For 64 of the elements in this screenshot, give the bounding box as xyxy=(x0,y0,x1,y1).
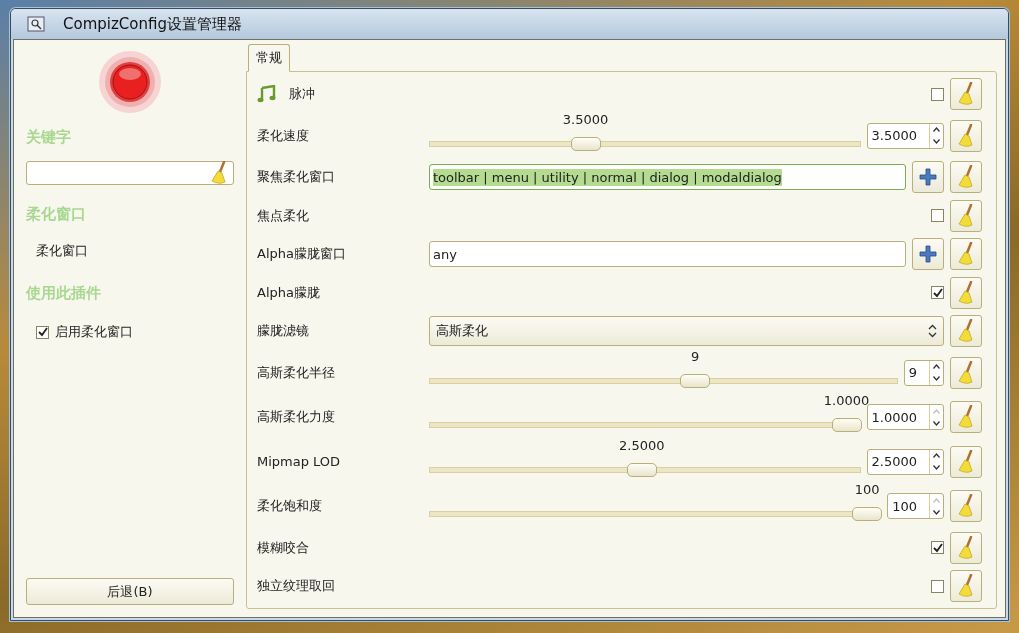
slider[interactable]: 2.5000 xyxy=(429,440,861,483)
reset-button[interactable] xyxy=(950,356,982,389)
window-title: CompizConfig设置管理器 xyxy=(63,14,242,34)
slider-value: 3.5000 xyxy=(562,111,609,127)
spin-field[interactable]: 2.5000 xyxy=(866,448,944,475)
setting-label: Alpha朦胧 xyxy=(257,283,320,302)
text-field[interactable]: any xyxy=(429,241,906,267)
slider[interactable]: 9 xyxy=(429,351,898,394)
checkbox[interactable] xyxy=(931,209,944,222)
checkbox-label: 启用柔化窗口 xyxy=(55,323,133,341)
setting-label: 高斯柔化力度 xyxy=(257,408,335,426)
text-field[interactable]: toolbar | menu | utility | normal | dialog | modaldialog xyxy=(429,164,906,190)
spin-field[interactable]: 1.0000 xyxy=(866,404,944,430)
slider-value: 100 xyxy=(854,482,880,497)
reset-button[interactable] xyxy=(950,315,982,347)
reset-button[interactable] xyxy=(950,531,982,564)
spin-field[interactable]: 3.5000 xyxy=(866,122,944,149)
checkbox[interactable] xyxy=(931,541,944,554)
checkbox[interactable] xyxy=(931,579,944,593)
setting-label: 聚焦柔化窗口 xyxy=(257,168,335,186)
tab[interactable]: 常规 xyxy=(248,44,290,72)
spin-field[interactable]: 100 xyxy=(887,493,944,519)
plugin-logo xyxy=(98,50,162,114)
section-heading: 使用此插件 xyxy=(26,284,102,303)
setting-label: 朦胧滤镜 xyxy=(257,322,309,340)
setting-label: 焦点柔化 xyxy=(257,206,309,225)
checkbox[interactable] xyxy=(931,87,944,101)
setting-label: Mipmap LOD xyxy=(257,454,341,469)
reset-button[interactable] xyxy=(950,276,982,309)
slider-value: 2.5000 xyxy=(619,437,665,453)
spin-field[interactable]: 9 xyxy=(903,359,944,386)
reset-button[interactable] xyxy=(950,401,982,433)
add-button[interactable] xyxy=(912,238,944,270)
add-button[interactable] xyxy=(912,161,944,193)
reset-button[interactable] xyxy=(950,445,982,478)
section-heading: 关键字 xyxy=(26,128,72,147)
slider[interactable]: 100 xyxy=(429,485,882,527)
plus-icon xyxy=(919,245,937,263)
section-heading: 柔化窗口 xyxy=(26,205,87,224)
reset-button[interactable] xyxy=(950,78,982,110)
plus-icon xyxy=(919,168,937,186)
slider[interactable]: 3.5000 xyxy=(429,114,861,157)
search-field[interactable] xyxy=(26,161,234,185)
dropdown[interactable]: 高斯柔化 xyxy=(429,316,944,346)
app-icon xyxy=(27,16,45,32)
setting-label: 脉冲 xyxy=(289,85,315,103)
back-button[interactable]: 后退(B) xyxy=(26,578,234,605)
reset-button[interactable] xyxy=(950,161,982,193)
reset-button[interactable] xyxy=(950,570,982,602)
updown-arrow-icon xyxy=(928,324,937,338)
reset-button[interactable] xyxy=(950,490,982,522)
setting-label: 模糊咬合 xyxy=(257,538,309,557)
slider-value: 9 xyxy=(690,348,700,364)
reset-button[interactable] xyxy=(950,119,982,152)
setting-label: 独立纹理取回 xyxy=(257,577,335,595)
setting-label: Alpha朦胧窗口 xyxy=(257,245,346,263)
reset-button[interactable] xyxy=(950,238,982,270)
checkbox[interactable] xyxy=(931,286,944,299)
plugin-item[interactable]: 柔化窗口 xyxy=(36,242,238,260)
reset-button[interactable] xyxy=(950,199,982,232)
setting-label: 柔化速度 xyxy=(257,126,309,145)
setting-label: 高斯柔化半径 xyxy=(257,363,335,382)
checkbox[interactable] xyxy=(36,325,49,339)
setting-label: 柔化饱和度 xyxy=(257,497,322,515)
